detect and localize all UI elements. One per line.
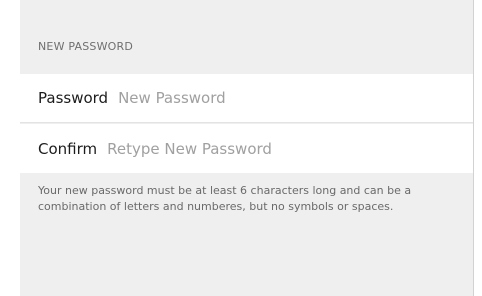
confirm-password-input[interactable] xyxy=(107,139,408,158)
section-header: NEW PASSWORD xyxy=(38,40,134,53)
password-row: Password xyxy=(20,74,473,123)
password-settings-panel: NEW PASSWORD Password Confirm Your new p… xyxy=(20,0,473,296)
password-label: Password xyxy=(38,89,109,107)
panel-divider xyxy=(473,0,474,296)
confirm-row: Confirm xyxy=(20,124,473,173)
password-requirements-hint: Your new password must be at least 6 cha… xyxy=(38,184,412,213)
new-password-input[interactable] xyxy=(118,89,419,107)
confirm-label: Confirm xyxy=(38,139,98,158)
